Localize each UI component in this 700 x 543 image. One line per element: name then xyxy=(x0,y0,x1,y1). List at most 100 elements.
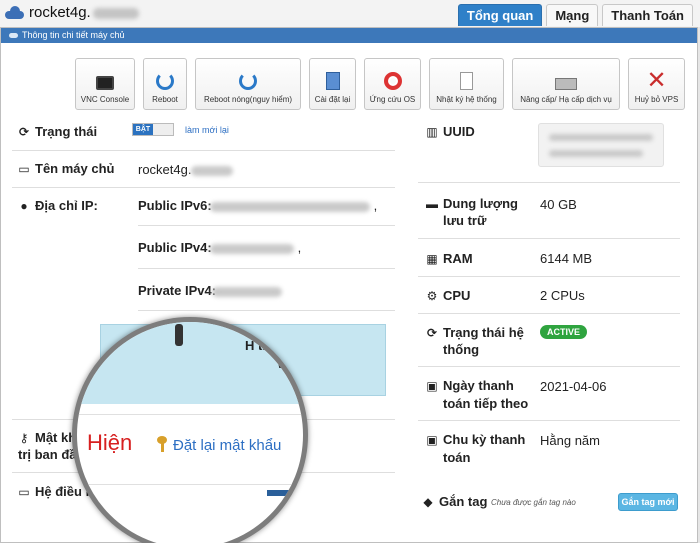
ipv6-label: Public IPv6: xyxy=(138,198,212,213)
close-icon: ✕ xyxy=(646,67,667,94)
divider xyxy=(418,366,680,367)
divider xyxy=(418,276,680,277)
reset-password-link[interactable]: Đặt lại mật khẩu xyxy=(155,436,281,454)
rescue-os-button[interactable]: Ứng cứu OS xyxy=(364,58,421,110)
server-title: rocket4g. xyxy=(5,4,139,21)
reinstall-button[interactable]: Cài đặt lại xyxy=(309,58,356,110)
next-payment-label: ▣ Ngày thanh xyxy=(426,378,514,393)
divider xyxy=(418,313,680,314)
magnifier-overlay: H trên Linux hoặc Windows là port Hiện Đ… xyxy=(72,317,308,543)
keyboard-icon xyxy=(555,78,577,90)
calendar-icon: ▣ xyxy=(426,378,438,393)
ram-label: ▦ RAM xyxy=(426,251,473,266)
system-status-label: ⟳ Trạng thái hệ xyxy=(426,325,524,340)
divider xyxy=(418,420,680,421)
storage-label-line2: lưu trữ xyxy=(443,213,487,228)
billing-cycle-label: ▣ Chu kỳ thanh xyxy=(426,432,526,447)
storage-value: 40 GB xyxy=(540,197,577,212)
divider xyxy=(138,225,395,226)
divider xyxy=(77,414,303,415)
lifering-icon xyxy=(383,72,402,90)
add-tag-button[interactable]: Gắn tag mới xyxy=(618,493,678,511)
cpu-value: 2 CPUs xyxy=(540,288,585,303)
key-icon: ⚷ xyxy=(19,430,29,445)
divider xyxy=(12,150,395,151)
redacted-text xyxy=(210,243,294,254)
button-label: Ứng cứu OS xyxy=(369,95,416,104)
button-label: Nhật ký hệ thống xyxy=(436,95,497,104)
hostname-value: rocket4g. xyxy=(138,162,234,177)
next-payment-label-line2: toán tiếp theo xyxy=(443,396,529,411)
hostname-label: ▭ Tên máy chủ xyxy=(18,161,115,176)
system-log-button[interactable]: Nhật ký hệ thống xyxy=(429,58,504,110)
tab-overview[interactable]: Tổng quan xyxy=(457,4,543,26)
main-tabs: Tổng quan Mạng Thanh Toán xyxy=(454,4,693,26)
hard-reboot-button[interactable]: Reboot nóng(nguy hiểm) xyxy=(195,58,301,110)
ipv4-value: , xyxy=(210,240,301,255)
server-hostname: rocket4g. xyxy=(29,4,139,21)
tags-icon: ◆ xyxy=(423,494,433,509)
redacted-text xyxy=(212,286,282,297)
divider xyxy=(138,268,395,269)
tab-billing[interactable]: Thanh Toán xyxy=(602,4,693,26)
next-payment-value: 2021-04-06 xyxy=(540,379,607,394)
redacted-text xyxy=(191,165,234,176)
button-label: VNC Console xyxy=(80,95,130,104)
settings-icon xyxy=(325,72,340,90)
button-label: Huỷ bỏ VPS xyxy=(634,95,679,104)
refresh-icon xyxy=(239,72,257,90)
monitor-icon: ▭ xyxy=(18,161,30,176)
button-label: Cài đặt lại xyxy=(314,95,351,104)
cloud-icon xyxy=(5,6,24,19)
storage-label: ▬ Dung lượng xyxy=(426,196,518,211)
monitor-icon xyxy=(96,76,114,90)
document-icon xyxy=(460,72,473,90)
map-marker-icon: ● xyxy=(20,198,28,213)
gears-icon: ⚙ xyxy=(426,288,438,303)
private-ipv4-value xyxy=(212,283,282,298)
show-password-link[interactable]: Hiện xyxy=(87,430,132,456)
cancel-vps-button[interactable]: ✕ Huỷ bỏ VPS xyxy=(628,58,685,110)
panel-title: Thông tin chi tiết máy chủ xyxy=(22,30,125,40)
reboot-button[interactable]: Reboot xyxy=(143,58,187,110)
tab-network[interactable]: Mạng xyxy=(546,4,599,26)
status-toggle[interactable]: BẬT xyxy=(132,123,174,136)
key-icon xyxy=(155,436,169,452)
memory-icon: ▦ xyxy=(426,251,438,266)
ram-value: 6144 MB xyxy=(540,251,593,266)
uuid-label: ▥ UUID xyxy=(426,124,475,139)
divider xyxy=(418,182,680,183)
redacted-text xyxy=(549,134,653,141)
button-label: Reboot nóng(nguy hiểm) xyxy=(203,95,293,104)
ipv4-label: Public IPv4: xyxy=(138,240,212,255)
magnified-edge xyxy=(267,490,303,496)
divider xyxy=(138,310,395,311)
billing-cycle-value: Hằng năm xyxy=(540,433,600,448)
upgrade-downgrade-button[interactable]: Nâng cấp/ Hạ cấp dịch vụ xyxy=(512,58,620,110)
barcode-icon: ▥ xyxy=(426,124,438,139)
calendar-icon: ▣ xyxy=(426,432,438,447)
refresh-icon xyxy=(156,72,174,90)
refresh-link[interactable]: làm mới lại xyxy=(185,125,229,135)
refresh-icon: ⟳ xyxy=(18,124,30,139)
divider xyxy=(418,238,680,239)
uuid-value xyxy=(538,123,664,167)
ipv6-value: , xyxy=(210,198,377,213)
active-status-badge: ACTIVE xyxy=(540,325,588,339)
private-ipv4-label: Private IPv4: xyxy=(138,283,217,298)
button-label: Reboot xyxy=(152,95,178,104)
billing-cycle-label-line2: toán xyxy=(443,450,471,465)
refresh-icon: ⟳ xyxy=(426,325,438,340)
hard-drive-icon: ▬ xyxy=(426,196,438,211)
monitor-icon: ▭ xyxy=(18,484,30,499)
magnified-edge xyxy=(175,324,183,346)
vnc-console-button[interactable]: VNC Console xyxy=(75,58,135,110)
redacted-text xyxy=(549,150,643,157)
cloud-icon xyxy=(9,33,18,39)
tag-note: Chưa được gắn tag nào xyxy=(491,498,576,507)
magnified-info-box xyxy=(77,322,303,404)
tag-label: ◆ Gắn tag xyxy=(423,494,488,509)
redacted-text xyxy=(92,7,139,19)
divider xyxy=(77,484,303,485)
ip-label: ● Địa chỉ IP: xyxy=(18,198,97,213)
